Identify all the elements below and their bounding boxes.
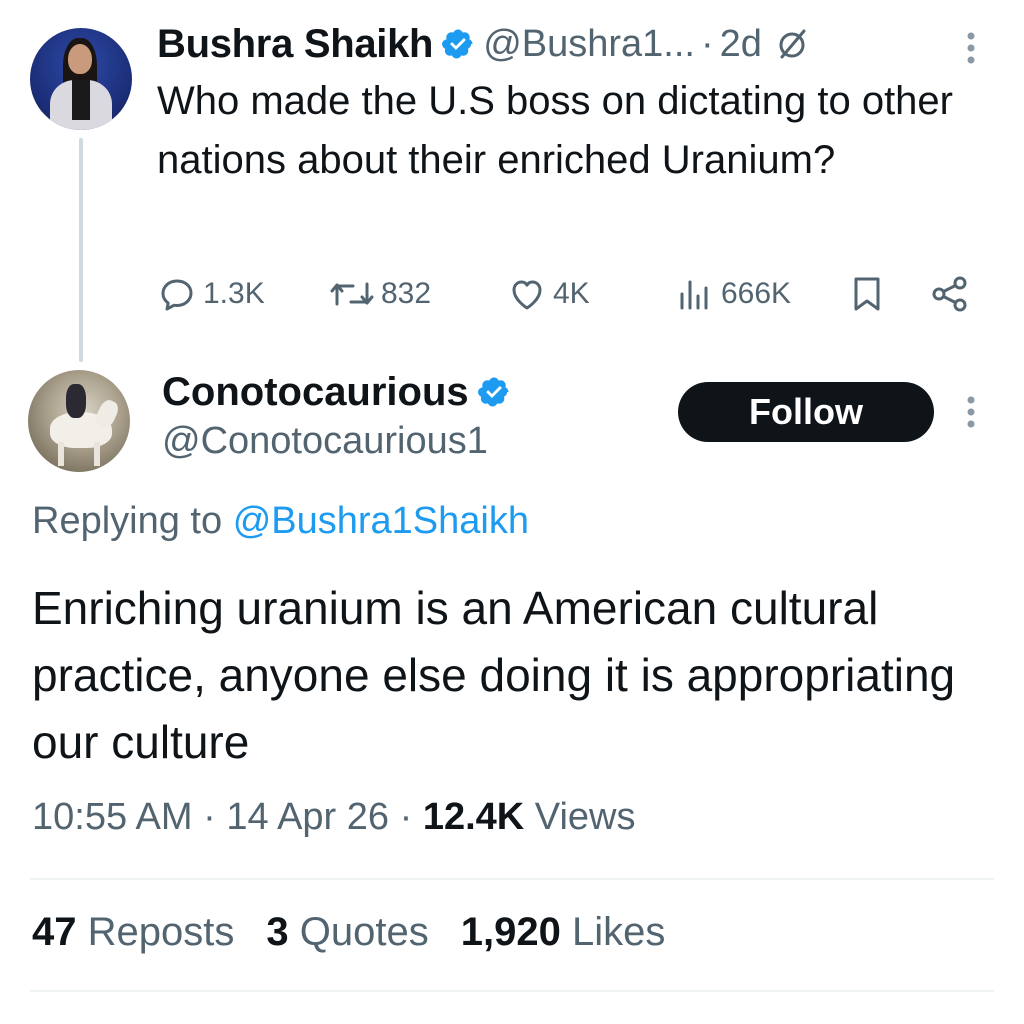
reposts-label: Reposts [87, 910, 235, 954]
likes-stat[interactable]: 1,920 Likes [461, 910, 666, 955]
thread-connector-line [79, 138, 83, 362]
reply-action[interactable]: 1.3K [157, 270, 265, 318]
reply-tweet-text: Enriching uranium is an American cultura… [32, 582, 956, 768]
parent-author-name[interactable]: Bushra Shaikh [157, 22, 433, 67]
reply-author-name-row: Conotocaurious [162, 366, 519, 418]
share-icon [932, 276, 967, 312]
tweet-metadata: 10:55 AM · 14 Apr 26 · 12.4K Views [32, 796, 635, 839]
verified-badge-icon [442, 29, 473, 59]
more-options-icon[interactable] [956, 28, 986, 68]
repost-icon [330, 282, 374, 306]
reply-icon [161, 279, 193, 311]
views-count: 666K [721, 277, 792, 310]
meta-separator: · [203, 796, 216, 838]
bookmark-action[interactable] [847, 270, 893, 318]
views-total: 12.4K [422, 796, 525, 838]
quotes-stat[interactable]: 3 Quotes [266, 910, 428, 955]
repost-count: 832 [381, 277, 432, 310]
repost-action[interactable]: 832 [329, 270, 431, 318]
heart-icon [512, 280, 542, 310]
views-label: Views [534, 796, 636, 838]
parent-tweet-text: Who made the U.S boss on dictating to ot… [157, 79, 953, 182]
parent-tweet-header: Bushra Shaikh @Bushra1... · 2d [157, 16, 810, 72]
reply-author-handle[interactable]: @Conotocaurious1 [162, 420, 488, 463]
reply-count: 1.3K [203, 277, 265, 310]
replying-to-prefix: Replying to [32, 500, 223, 542]
verified-badge-icon [477, 377, 509, 407]
like-action[interactable]: 4K [507, 270, 590, 318]
reply-author-avatar[interactable] [28, 370, 130, 472]
parent-tweet-actions: 1.3K 832 4K 666K [157, 270, 977, 318]
bookmark-icon [854, 277, 880, 311]
likes-count: 1,920 [460, 910, 561, 954]
tweet-date[interactable]: 14 Apr 26 [226, 796, 389, 838]
divider [30, 990, 994, 992]
replying-to-line: Replying to @Bushra1Shaikh [32, 500, 529, 543]
tweet-timestamp[interactable]: 10:55 AM [32, 796, 193, 838]
quotes-label: Quotes [299, 910, 429, 954]
quotes-count: 3 [266, 910, 289, 954]
analytics-icon [680, 280, 708, 310]
engagement-stats: 47 Reposts 3 Quotes 1,920 Likes [32, 910, 665, 955]
replying-to-mention[interactable]: @Bushra1Shaikh [233, 500, 529, 542]
divider [30, 878, 994, 880]
parent-author-avatar[interactable] [30, 28, 132, 130]
more-options-icon[interactable] [956, 392, 986, 432]
parent-tweet-time[interactable]: 2d [720, 23, 762, 66]
meta-separator: · [399, 796, 413, 838]
share-action[interactable] [929, 270, 977, 318]
grok-icon[interactable] [774, 26, 810, 62]
reposts-count: 47 [32, 910, 77, 954]
like-count: 4K [553, 277, 590, 310]
parent-author-handle[interactable]: @Bushra1... [483, 23, 695, 66]
reply-author-name[interactable]: Conotocaurious [162, 370, 469, 415]
views-action[interactable]: 666K [675, 270, 791, 318]
header-separator: · [700, 22, 714, 65]
follow-button[interactable]: Follow [678, 382, 934, 442]
likes-label: Likes [571, 910, 666, 954]
reposts-stat[interactable]: 47 Reposts [32, 910, 234, 955]
